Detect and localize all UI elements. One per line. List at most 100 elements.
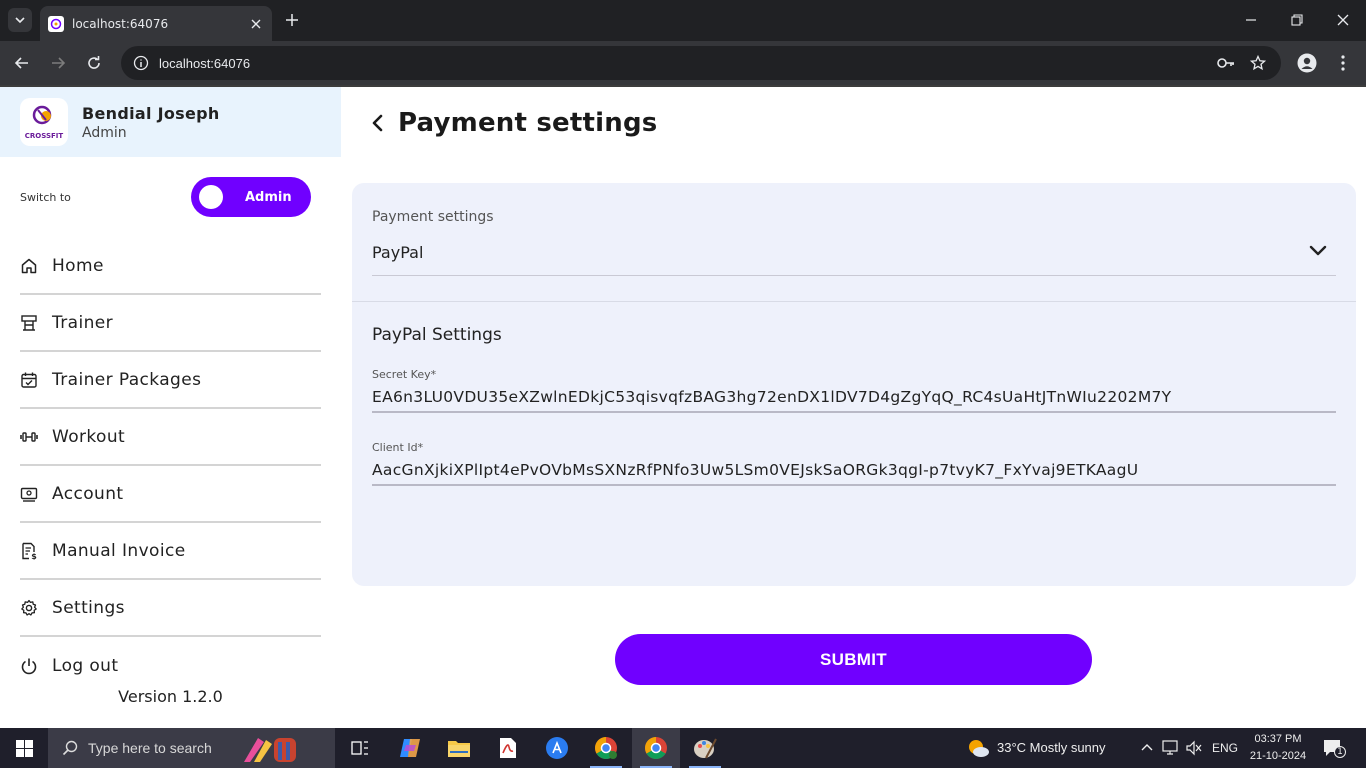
notification-count: 1 [1334, 746, 1346, 758]
app-store-icon[interactable] [533, 728, 581, 768]
sidebar-item-label: Trainer [52, 312, 114, 333]
sidebar-item-label: Trainer Packages [52, 369, 202, 390]
browser-tab[interactable]: localhost:64076 [40, 6, 272, 41]
sidebar-item-label: Account [52, 483, 124, 504]
reload-icon[interactable] [82, 51, 106, 75]
sidebar-item-settings[interactable]: Settings [20, 580, 321, 637]
chrome-profile-icon[interactable] [582, 728, 630, 768]
client-id-underline [372, 484, 1336, 486]
payment-method-value[interactable]: PayPal [372, 243, 423, 262]
invoice-icon: $ [20, 542, 38, 560]
taskbar-search-box[interactable]: Type here to search [48, 728, 335, 768]
paint-icon[interactable] [681, 728, 729, 768]
tab-title: localhost:64076 [72, 16, 169, 31]
language-indicator[interactable]: ENG [1212, 741, 1238, 755]
svg-text:$: $ [31, 552, 37, 560]
browser-menu-icon[interactable] [1331, 51, 1355, 75]
secret-key-input[interactable]: EA6n3LU0VDU35eXZwlnEDkjC53qisvqfzBAG3hg7… [372, 388, 1336, 406]
new-tab-icon[interactable] [282, 10, 302, 30]
calendar-icon [20, 371, 38, 389]
sidebar-item-log-out[interactable]: Log out [20, 637, 321, 694]
sidebar-item-account[interactable]: Account [20, 466, 321, 523]
browser-tab-strip: localhost:64076 [0, 0, 1366, 41]
search-placeholder: Type here to search [88, 740, 212, 756]
chrome-icon[interactable] [632, 728, 680, 768]
role-toggle[interactable]: Admin [191, 177, 311, 217]
chevron-down-icon [15, 17, 25, 24]
account-card-icon [20, 485, 38, 503]
notification-center-icon[interactable]: 1 [1322, 738, 1346, 760]
sidebar-item-trainer-packages[interactable]: Trainer Packages [20, 352, 321, 409]
browser-toolbar: localhost:64076 [0, 41, 1366, 85]
weather-text[interactable]: 33°C Mostly sunny [997, 740, 1106, 755]
secret-key-label: Secret Key* [372, 368, 437, 381]
power-icon [20, 657, 38, 675]
user-name: Bendial Joseph [82, 103, 220, 123]
sidebar-item-label: Log out [52, 655, 119, 676]
sidebar-item-manual-invoice[interactable]: $ Manual Invoice [20, 523, 321, 580]
select-underline [372, 275, 1336, 276]
url-text: localhost:64076 [159, 55, 251, 71]
chevron-up-icon[interactable] [1140, 742, 1154, 752]
profile-icon[interactable] [1295, 51, 1319, 75]
payment-method-label: Payment settings [372, 209, 494, 225]
minimize-icon[interactable] [1239, 8, 1263, 32]
address-bar[interactable]: localhost:64076 [121, 46, 1281, 80]
sidebar-item-trainer[interactable]: Trainer [20, 295, 321, 352]
back-chevron-icon[interactable] [368, 113, 388, 133]
crossfit-logo: CROSSFIT [20, 98, 68, 146]
copilot-icon[interactable] [386, 728, 434, 768]
weather-sun-icon [969, 740, 989, 757]
app-version: Version 1.2.0 [118, 687, 223, 706]
close-tab-icon[interactable] [248, 16, 264, 32]
search-highlight-icon [243, 738, 296, 762]
site-info-icon[interactable] [133, 55, 149, 71]
volume-muted-icon[interactable] [1185, 740, 1203, 756]
page-header: Payment settings [368, 106, 657, 140]
close-window-icon[interactable] [1331, 8, 1355, 32]
file-explorer-icon[interactable] [435, 728, 483, 768]
sidebar-item-label: Workout [52, 426, 126, 447]
restore-icon[interactable] [1285, 8, 1309, 32]
switch-role-row: Switch to Admin [20, 177, 311, 217]
windows-start-icon[interactable] [0, 728, 48, 768]
sidebar-item-workout[interactable]: Workout [20, 409, 321, 466]
client-id-input[interactable]: AacGnXjkiXPlIpt4ePvOVbMsSXNzRfPNfo3Uw5LS… [372, 461, 1336, 479]
profile-header: CROSSFIT Bendial Joseph Admin [0, 87, 341, 157]
trainer-icon [20, 314, 38, 332]
submit-button[interactable]: SUBMIT [615, 634, 1092, 685]
sidebar-item-label: Settings [52, 597, 125, 618]
chevron-down-icon[interactable] [1308, 241, 1328, 261]
network-icon[interactable] [1162, 740, 1180, 756]
back-arrow-icon[interactable] [10, 51, 34, 75]
logo-text: CROSSFIT [25, 132, 64, 140]
payment-settings-card: Payment settings PayPal PayPal Settings … [352, 183, 1356, 586]
system-clock[interactable]: 03:37 PM 21-10-2024 [1246, 731, 1310, 765]
bookmark-star-icon[interactable] [1247, 52, 1269, 74]
dumbbell-icon [20, 428, 38, 446]
secret-key-underline [372, 411, 1336, 413]
sidebar-item-label: Manual Invoice [52, 540, 186, 561]
toggle-label: Admin [245, 189, 292, 205]
tab-search-button[interactable] [8, 8, 32, 32]
toggle-knob [199, 185, 223, 209]
card-divider [352, 301, 1356, 302]
task-view-icon[interactable] [336, 728, 384, 768]
user-role: Admin [82, 124, 127, 141]
home-icon [20, 257, 38, 275]
windows-taskbar: Type here to search 33°C Mostly sunny EN… [0, 728, 1366, 768]
search-icon [62, 740, 78, 756]
clock-date: 21-10-2024 [1249, 750, 1307, 762]
sidebar-item-label: Home [52, 255, 104, 276]
sidebar: CROSSFIT Bendial Joseph Admin Switch to … [0, 87, 341, 728]
page-title: Payment settings [398, 108, 658, 138]
password-key-icon[interactable] [1215, 52, 1237, 74]
clock-time: 03:37 PM [1254, 733, 1302, 745]
forward-arrow-icon[interactable] [46, 51, 70, 75]
pdf-reader-icon[interactable] [484, 728, 532, 768]
favicon-icon [48, 15, 64, 32]
sidebar-item-home[interactable]: Home [20, 238, 321, 295]
gear-icon [20, 599, 38, 617]
sidebar-menu: Home Trainer Trainer Packages Workout Ac… [20, 238, 321, 694]
paypal-settings-heading: PayPal Settings [372, 325, 502, 345]
